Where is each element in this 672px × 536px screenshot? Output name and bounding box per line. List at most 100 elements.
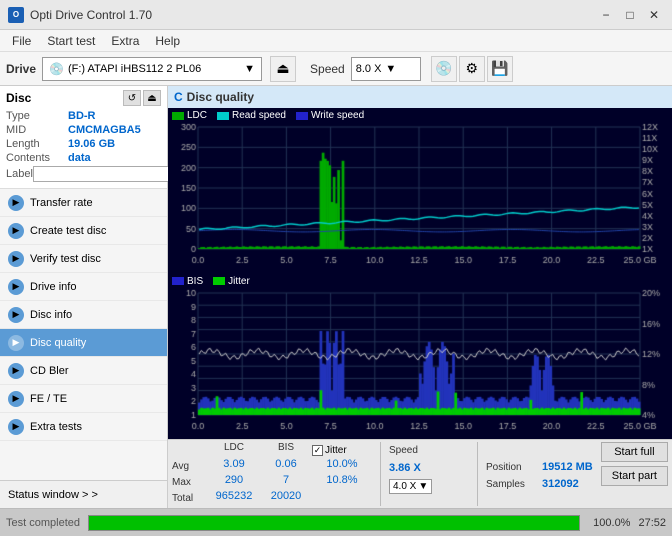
- ldc-color-swatch: [172, 112, 184, 120]
- disc-label-row: Label ✎: [6, 166, 161, 182]
- nav-item-cd-bler[interactable]: ▶ CD Bler: [0, 357, 167, 385]
- nav-item-create-test-disc[interactable]: ▶ Create test disc: [0, 217, 167, 245]
- drive-select[interactable]: 💿 (F:) ATAPI iHBS112 2 PL06 ▼: [42, 57, 262, 81]
- maximize-button[interactable]: □: [620, 5, 640, 25]
- nav-label-fe-te: FE / TE: [30, 393, 67, 405]
- drive-info-icon: ▶: [8, 279, 24, 295]
- transfer-rate-icon: ▶: [8, 195, 24, 211]
- jitter-checkbox[interactable]: ✓: [312, 445, 323, 456]
- progress-percent: 100.0%: [588, 517, 630, 529]
- disc-type-row: Type BD-R: [6, 110, 161, 122]
- position-row: Position 19512 MB: [486, 459, 593, 475]
- start-part-button[interactable]: Start part: [601, 466, 668, 486]
- stats-divider: [380, 442, 381, 506]
- nav-item-disc-quality[interactable]: ▶ Disc quality: [0, 329, 167, 357]
- total-ldc: 965232: [208, 490, 260, 506]
- speed-section-label: Speed: [389, 442, 469, 458]
- save-icon-btn[interactable]: 💾: [487, 56, 513, 82]
- fe-te-icon: ▶: [8, 391, 24, 407]
- nav-item-disc-info[interactable]: ▶ Disc info: [0, 301, 167, 329]
- speed-select[interactable]: 8.0 X ▼: [351, 57, 421, 81]
- top-chart-canvas: [168, 123, 672, 271]
- jitter-col-header: Jitter: [325, 445, 347, 456]
- stats-labels-col: Avg Max Total: [172, 442, 204, 506]
- drivebar: Drive 💿 (F:) ATAPI iHBS112 2 PL06 ▼ ⏏ Sp…: [0, 52, 672, 86]
- speed-dropdown-value: 4.0 X: [393, 481, 416, 492]
- drive-label: Drive: [6, 62, 36, 76]
- bis-legend-label: BIS: [187, 276, 203, 287]
- jitter-header: ✓ Jitter: [312, 442, 372, 458]
- disc-icon-btn[interactable]: 💿: [431, 56, 457, 82]
- avg-jitter: 10.0%: [312, 458, 372, 474]
- read-speed-legend-label: Read speed: [232, 110, 286, 121]
- chart-header: C Disc quality: [168, 86, 672, 108]
- close-button[interactable]: ✕: [644, 5, 664, 25]
- action-buttons: Start full Start part: [601, 442, 668, 486]
- nav-label-transfer-rate: Transfer rate: [30, 197, 93, 209]
- disc-type-value: BD-R: [68, 110, 96, 122]
- nav-item-transfer-rate[interactable]: ▶ Transfer rate: [0, 189, 167, 217]
- disc-info-icon: ▶: [8, 307, 24, 323]
- titlebar-left: O Opti Drive Control 1.70: [8, 7, 152, 23]
- status-window-button[interactable]: Status window > >: [0, 480, 167, 508]
- speed-value: 8.0 X: [356, 63, 382, 75]
- chart-icon: C: [174, 90, 183, 104]
- samples-row: Samples 312092: [486, 476, 593, 492]
- nav-label-create-test-disc: Create test disc: [30, 225, 106, 237]
- nav-label-drive-info: Drive info: [30, 281, 76, 293]
- disc-length-value: 19.06 GB: [68, 138, 115, 150]
- read-speed-legend: Read speed: [217, 110, 286, 121]
- top-chart-area: LDC Read speed Write speed: [168, 108, 672, 274]
- read-speed-color-swatch: [217, 112, 229, 120]
- write-speed-legend-label: Write speed: [311, 110, 364, 121]
- disc-refresh-btn[interactable]: ↺: [123, 90, 141, 106]
- speed-dropdown-arrow: ▼: [418, 481, 428, 492]
- status-window-label: Status window > >: [8, 489, 98, 501]
- speed-label: Speed: [310, 62, 345, 76]
- nav-item-verify-test-disc[interactable]: ▶ Verify test disc: [0, 245, 167, 273]
- jitter-legend-label: Jitter: [228, 276, 250, 287]
- disc-contents-label: Contents: [6, 152, 68, 164]
- disc-mid-label: MID: [6, 124, 68, 136]
- nav-label-verify-test-disc: Verify test disc: [30, 253, 101, 265]
- minimize-button[interactable]: −: [596, 5, 616, 25]
- nav-item-drive-info[interactable]: ▶ Drive info: [0, 273, 167, 301]
- position-section: Position 19512 MB Samples 312092: [486, 442, 593, 492]
- disc-eject-btn[interactable]: ⏏: [143, 90, 161, 106]
- menu-start-test[interactable]: Start test: [39, 32, 103, 50]
- avg-ldc: 3.09: [208, 458, 260, 474]
- speed-dropdown-row: 4.0 X ▼: [389, 478, 469, 494]
- jitter-color-swatch: [213, 277, 225, 285]
- speed-dropdown[interactable]: 4.0 X ▼: [389, 479, 432, 494]
- nav-label-disc-quality: Disc quality: [30, 337, 86, 349]
- menu-file[interactable]: File: [4, 32, 39, 50]
- top-chart-legend: LDC Read speed Write speed: [168, 108, 672, 123]
- main-area: Disc ↺ ⏏ Type BD-R MID CMCMAGBA5 Length …: [0, 86, 672, 508]
- total-bis: 20020: [264, 490, 308, 506]
- start-full-button[interactable]: Start full: [601, 442, 668, 462]
- toolbar-icons: 💿 ⚙ 💾: [431, 56, 513, 82]
- jitter-legend: Jitter: [213, 276, 250, 287]
- nav-item-fe-te[interactable]: ▶ FE / TE: [0, 385, 167, 413]
- chart-title: Disc quality: [187, 90, 254, 104]
- speed-value-row: 3.86 X: [389, 460, 469, 476]
- progress-time: 27:52: [638, 517, 666, 529]
- max-label: Max: [172, 474, 204, 490]
- settings-icon-btn[interactable]: ⚙: [459, 56, 485, 82]
- menu-help[interactable]: Help: [147, 32, 188, 50]
- stats-bis-col: BIS 0.06 7 20020: [264, 442, 308, 506]
- write-speed-color-swatch: [296, 112, 308, 120]
- disc-section: Disc ↺ ⏏ Type BD-R MID CMCMAGBA5 Length …: [0, 86, 167, 189]
- bottom-chart-canvas: [168, 289, 672, 437]
- menu-extra[interactable]: Extra: [103, 32, 147, 50]
- disc-icons: ↺ ⏏: [123, 90, 161, 106]
- progress-bar-inner: [89, 516, 579, 530]
- extra-tests-icon: ▶: [8, 419, 24, 435]
- nav-item-extra-tests[interactable]: ▶ Extra tests: [0, 413, 167, 441]
- disc-type-label: Type: [6, 110, 68, 122]
- nav-label-cd-bler: CD Bler: [30, 365, 69, 377]
- stats-section: Avg Max Total LDC 3.09 290 965232 BIS 0.…: [168, 439, 672, 508]
- disc-label-input[interactable]: [33, 166, 171, 182]
- create-test-disc-icon: ▶: [8, 223, 24, 239]
- eject-button[interactable]: ⏏: [270, 56, 296, 82]
